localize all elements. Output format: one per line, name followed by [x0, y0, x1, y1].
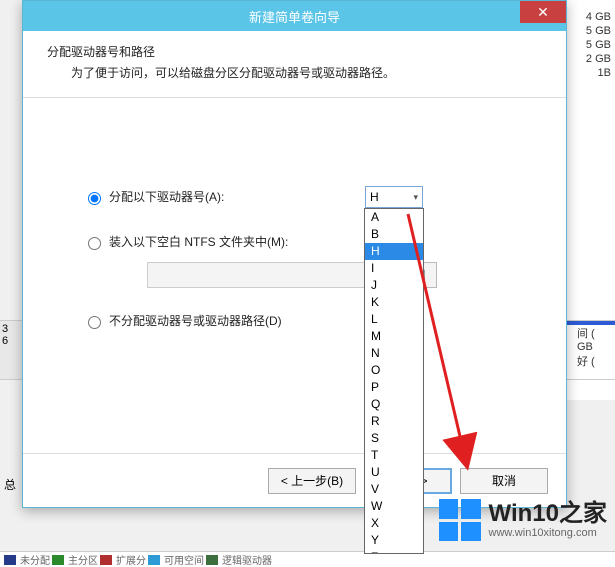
option-no-assign[interactable]: 不分配驱动器号或驱动器路径(D) — [83, 312, 526, 329]
drive-letter-option[interactable]: L — [365, 311, 423, 328]
drive-letter-option[interactable]: K — [365, 294, 423, 311]
watermark: Win10之家 www.win10xitong.com — [439, 499, 607, 541]
drive-letter-selected[interactable]: H ▾ — [365, 186, 423, 208]
drive-letter-option[interactable]: U — [365, 464, 423, 481]
radio-mount-folder[interactable] — [88, 237, 101, 250]
drive-letter-option[interactable]: N — [365, 345, 423, 362]
window-title: 新建简单卷向导 — [249, 7, 340, 26]
wizard-header: 分配驱动器号和路径 为了便于访问，可以给磁盘分区分配驱动器号或驱动器路径。 — [23, 31, 566, 98]
mount-path-input — [147, 262, 397, 288]
drive-letter-option[interactable]: Q — [365, 396, 423, 413]
drive-letter-option[interactable]: Z — [365, 549, 423, 554]
wizard-body: 分配以下驱动器号(A): 装入以下空白 NTFS 文件夹中(M): 浏 不分配驱… — [23, 98, 566, 488]
drive-letter-option[interactable]: V — [365, 481, 423, 498]
drive-letter-option[interactable]: S — [365, 430, 423, 447]
header-subtitle: 为了便于访问，可以给磁盘分区分配驱动器号或驱动器路径。 — [47, 64, 542, 81]
option-assign-letter[interactable]: 分配以下驱动器号(A): — [83, 188, 526, 205]
windows-logo-icon — [439, 499, 481, 541]
drive-letter-option[interactable]: R — [365, 413, 423, 430]
cancel-button[interactable]: 取消 — [460, 468, 548, 494]
chevron-down-icon: ▾ — [413, 192, 418, 203]
drive-letter-option[interactable]: P — [365, 379, 423, 396]
radio-no-assign[interactable] — [88, 316, 101, 329]
titlebar: 新建简单卷向导 ✕ — [23, 1, 566, 31]
bg-legend: 未分配 主分区 扩展分 可用空间 逻辑驱动器 — [0, 551, 615, 567]
drive-letter-option[interactable]: I — [365, 260, 423, 277]
drive-letter-option[interactable]: H — [365, 243, 423, 260]
mount-path-row: 浏 — [147, 262, 526, 288]
header-title: 分配驱动器号和路径 — [47, 43, 542, 60]
drive-letter-option[interactable]: W — [365, 498, 423, 515]
option-mount-folder[interactable]: 装入以下空白 NTFS 文件夹中(M): — [83, 233, 526, 250]
close-button[interactable]: ✕ — [520, 1, 566, 23]
drive-letter-option[interactable]: X — [365, 515, 423, 532]
drive-letter-option[interactable]: M — [365, 328, 423, 345]
drive-letter-option[interactable]: O — [365, 362, 423, 379]
drive-letter-option[interactable]: A — [365, 209, 423, 226]
back-button[interactable]: < 上一步(B) — [268, 468, 356, 494]
drive-letter-option[interactable]: J — [365, 277, 423, 294]
bg-total-label: 总 — [4, 476, 16, 493]
drive-letter-select[interactable]: H ▾ ABHIJKLMNOPQRSTUVWXYZ — [365, 186, 423, 208]
drive-letter-option[interactable]: Y — [365, 532, 423, 549]
drive-letter-dropdown[interactable]: ABHIJKLMNOPQRSTUVWXYZ — [364, 208, 424, 554]
wizard-dialog: 新建简单卷向导 ✕ 分配驱动器号和路径 为了便于访问，可以给磁盘分区分配驱动器号… — [22, 0, 567, 508]
close-icon: ✕ — [537, 4, 549, 21]
drive-letter-option[interactable]: B — [365, 226, 423, 243]
drive-letter-option[interactable]: T — [365, 447, 423, 464]
radio-assign-letter[interactable] — [88, 192, 101, 205]
